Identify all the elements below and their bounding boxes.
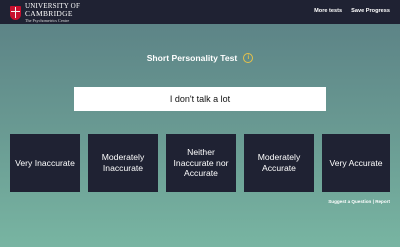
question-box: I don't talk a lot <box>74 87 326 111</box>
cambridge-shield-icon <box>10 5 21 20</box>
report-link[interactable]: Report <box>375 199 390 204</box>
university-logo[interactable]: UNIVERSITY OF CAMBRIDGE The Psychometric… <box>10 3 80 23</box>
answer-very-accurate[interactable]: Very Accurate <box>322 134 390 192</box>
top-bar: UNIVERSITY OF CAMBRIDGE The Psychometric… <box>0 0 400 24</box>
top-nav: More tests Save Progress <box>314 8 390 14</box>
answer-very-inaccurate[interactable]: Very Inaccurate <box>10 134 80 192</box>
logo-line-2: CAMBRIDGE <box>25 9 73 18</box>
answer-options: Very Inaccurate Moderately Inaccurate Ne… <box>10 134 390 192</box>
answer-moderately-accurate[interactable]: Moderately Accurate <box>244 134 314 192</box>
suggest-question-link[interactable]: Suggest a Question <box>328 199 371 204</box>
question-text: I don't talk a lot <box>169 94 231 104</box>
answer-moderately-inaccurate[interactable]: Moderately Inaccurate <box>88 134 158 192</box>
test-title-row: Short Personality Test i <box>0 51 400 65</box>
info-icon[interactable]: i <box>243 53 254 63</box>
footer-links: Suggest a Question | Report <box>328 199 390 204</box>
answer-neither[interactable]: Neither Inaccurate nor Accurate <box>166 134 236 192</box>
logo-text: UNIVERSITY OF CAMBRIDGE The Psychometric… <box>25 3 80 23</box>
logo-line-3: The Psychometrics Centre <box>25 17 70 23</box>
save-progress-link[interactable]: Save Progress <box>351 8 390 14</box>
test-title: Short Personality Test <box>146 53 238 63</box>
more-tests-link[interactable]: More tests <box>314 8 342 14</box>
